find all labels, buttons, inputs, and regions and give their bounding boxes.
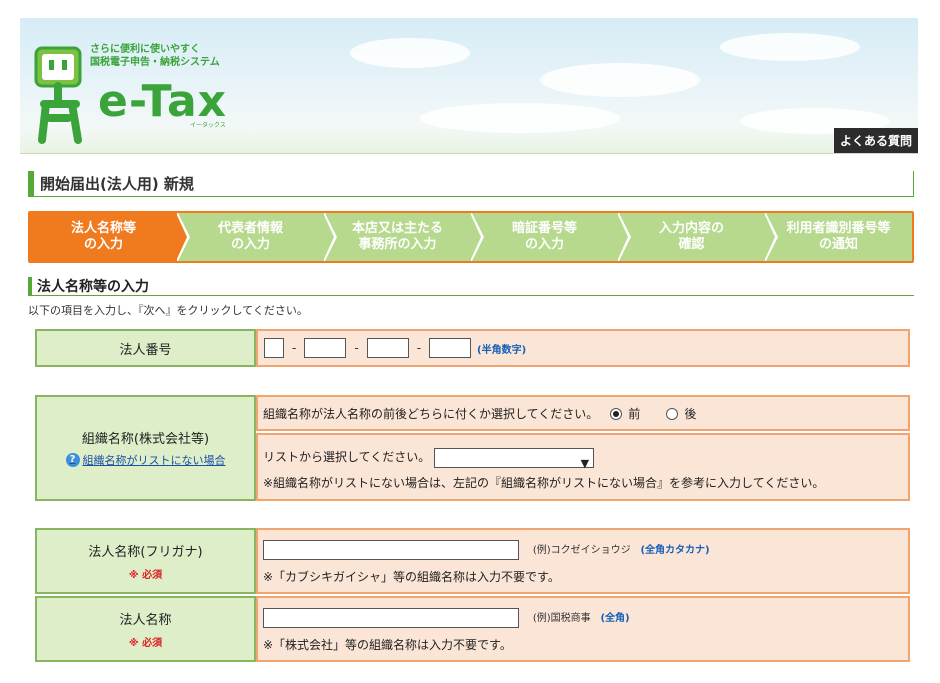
corp-number-field-1[interactable] [264, 338, 284, 358]
corp-name-example: (例)国税商事 [532, 613, 591, 624]
required-mark: ※ 必須 [128, 638, 163, 649]
cloud-decoration [720, 33, 860, 61]
header-banner: さらに便利に使いやすく 国税電子申告・納税システム e-Tax イータックス よ… [20, 18, 918, 154]
cloud-decoration [420, 103, 620, 133]
furigana-cell: (例)コクゼイショウジ (全角カタカナ) ※「カブシキガイシャ」等の組織名称は入… [256, 528, 910, 594]
step-pin: 暗証番号等 の入力 [471, 213, 631, 261]
corp-name-label: 法人名称 ※ 必須 [35, 596, 256, 662]
help-icon: ? [65, 453, 80, 467]
step-representative: 代表者情報 の入力 [177, 213, 337, 261]
tagline-line-1: さらに便利に使いやすく [90, 44, 200, 55]
furigana-hint: (全角カタカナ) [640, 545, 710, 556]
step-user-id-notice: 利用者識別番号等 の通知 [786, 221, 891, 252]
faq-link[interactable]: よくある質問 [833, 128, 918, 153]
etax-mascot-icon [34, 46, 82, 144]
corp-number-field-2[interactable] [304, 338, 347, 358]
instruction-text: 以下の項目を入力し、『次へ』をクリックしてください。 [28, 304, 308, 317]
corp-number-field-4[interactable] [429, 338, 472, 358]
corp-name-cell: (例)国税商事 (全角) ※「株式会社」等の組織名称は入力不要です。 [256, 596, 910, 662]
progress-steps: 法人名称等 の入力 代表者情報 の入力 本店又は主たる 事務所の入力 暗証番号等 の入力… [28, 211, 914, 263]
chevron-down-icon: ▼ [580, 456, 590, 470]
org-position-cell: 組織名称が法人名称の前後どちらに付くか選択してください。 前 後 [256, 395, 910, 431]
corp-number-label: 法人番号 [35, 329, 256, 367]
corp-name-hint: (全角) [600, 613, 630, 624]
step-corp-name: 法人名称等 の入力 [30, 213, 190, 261]
org-list-cell: リストから選択してください。 ▼ ※組織名称がリストにない場合は、左記の『組織名… [256, 433, 910, 501]
page-title: 開始届出(法人用) 新規 [28, 171, 914, 197]
page-title-text: 開始届出(法人用) 新規 [40, 175, 194, 193]
tagline: さらに便利に使いやすく 国税電子申告・納税システム [90, 43, 220, 69]
brand-reading: イータックス [190, 122, 226, 129]
org-list-prompt: リストから選択してください。 [263, 450, 431, 464]
org-name-label: 組織名称(株式会社等) ? 組織名称がリストにない場合 [35, 395, 256, 501]
position-before-radio[interactable]: 前 [610, 405, 640, 422]
cloud-decoration [350, 38, 470, 68]
corp-name-input[interactable] [263, 607, 519, 628]
section-title: 法人名称等の入力 [28, 277, 914, 296]
furigana-note: ※「カブシキガイシャ」等の組織名称は入力不要です。 [263, 570, 560, 584]
org-name-help-link[interactable]: ? 組織名称がリストにない場合 [65, 452, 226, 468]
furigana-example: (例)コクゼイショウジ [532, 545, 631, 556]
tagline-line-2: 国税電子申告・納税システム [90, 57, 220, 68]
corp-number-field-3[interactable] [366, 338, 409, 358]
required-mark: ※ 必須 [128, 570, 163, 581]
org-name-select[interactable]: ▼ [434, 447, 595, 470]
radio-selected-icon [610, 407, 623, 420]
corp-number-cell: - - - (半角数字) [256, 329, 910, 367]
step-head-office: 本店又は主たる 事務所の入力 [324, 213, 484, 261]
furigana-input[interactable] [263, 539, 519, 560]
radio-unselected-icon [666, 407, 679, 420]
cloud-decoration [540, 63, 700, 97]
org-position-prompt: 組織名称が法人名称の前後どちらに付くか選択してください。 [263, 406, 599, 421]
corp-name-note: ※「株式会社」等の組織名称は入力不要です。 [263, 638, 512, 652]
corp-number-hint: (半角数字) [477, 344, 527, 356]
step-confirm: 入力内容の 確認 [618, 213, 778, 261]
furigana-label: 法人名称(フリガナ) ※ 必須 [35, 528, 256, 594]
position-after-radio[interactable]: 後 [666, 405, 696, 422]
